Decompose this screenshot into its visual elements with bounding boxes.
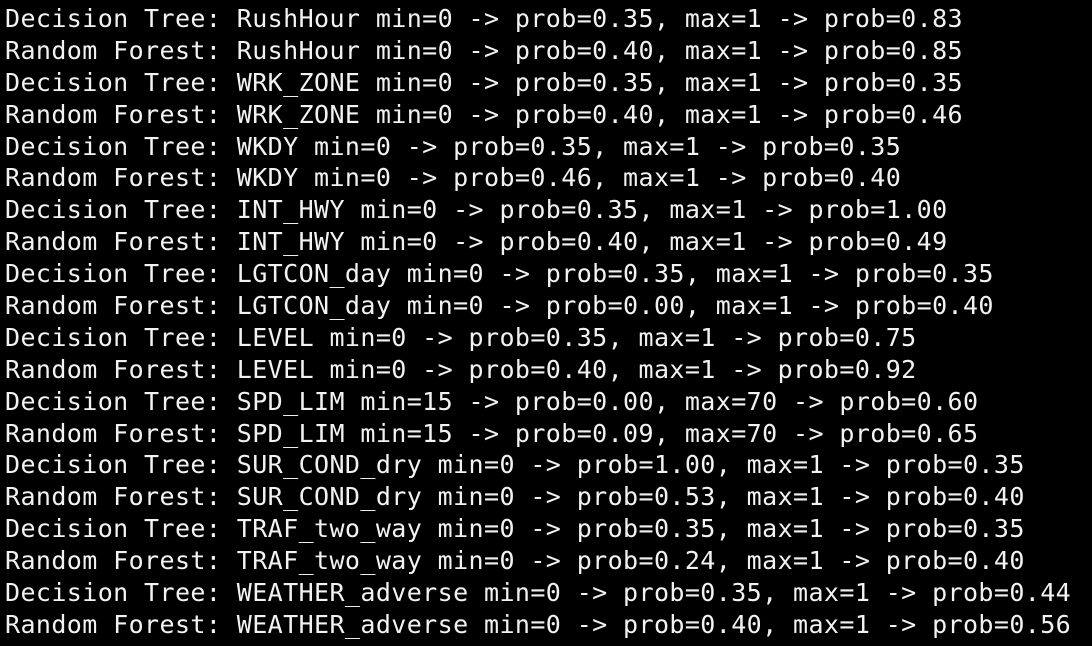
output-line: Random Forest: LEVEL min=0 -> prob=0.40,… bbox=[5, 354, 917, 384]
output-line: Random Forest: SUR_COND_dry min=0 -> pro… bbox=[5, 482, 1025, 512]
output-line: Decision Tree: TRAF_two_way min=0 -> pro… bbox=[5, 514, 1025, 544]
output-line: Random Forest: WRK_ZONE min=0 -> prob=0.… bbox=[5, 99, 963, 129]
output-line: Decision Tree: WEATHER_adverse min=0 -> … bbox=[5, 578, 1072, 608]
terminal-output[interactable]: Decision Tree: RushHour min=0 -> prob=0.… bbox=[0, 0, 1092, 646]
output-line: Decision Tree: RushHour min=0 -> prob=0.… bbox=[5, 4, 963, 33]
output-line: Decision Tree: WKDY min=0 -> prob=0.35, … bbox=[5, 131, 902, 161]
output-line: Decision Tree: INT_HWY min=0 -> prob=0.3… bbox=[5, 195, 948, 225]
output-line: Random Forest: INT_HWY min=0 -> prob=0.4… bbox=[5, 227, 948, 257]
output-line: Random Forest: TRAF_two_way min=0 -> pro… bbox=[5, 546, 1025, 576]
output-line: Random Forest: WEATHER_adverse min=0 -> … bbox=[5, 609, 1072, 639]
output-line: Decision Tree: LEVEL min=0 -> prob=0.35,… bbox=[5, 322, 917, 352]
output-line: Decision Tree: WRK_ZONE min=0 -> prob=0.… bbox=[5, 67, 963, 97]
output-line: Decision Tree: LGTCON_day min=0 -> prob=… bbox=[5, 259, 994, 289]
output-line: Decision Tree: SUR_COND_dry min=0 -> pro… bbox=[5, 450, 1025, 480]
output-lines: Decision Tree: RushHour min=0 -> prob=0.… bbox=[5, 3, 1071, 641]
output-line: Random Forest: SPD_LIM min=15 -> prob=0.… bbox=[5, 418, 979, 448]
output-line: Random Forest: WKDY min=0 -> prob=0.46, … bbox=[5, 163, 902, 193]
output-line: Random Forest: RushHour min=0 -> prob=0.… bbox=[5, 35, 963, 65]
output-line: Random Forest: LGTCON_day min=0 -> prob=… bbox=[5, 291, 994, 321]
output-line: Decision Tree: SPD_LIM min=15 -> prob=0.… bbox=[5, 386, 979, 416]
